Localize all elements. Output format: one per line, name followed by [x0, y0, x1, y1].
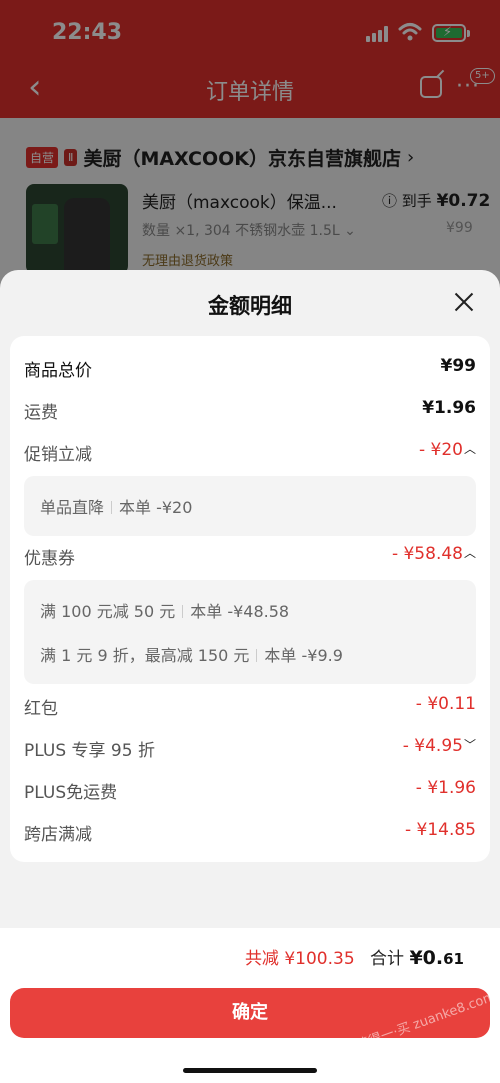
promo-detail-line: 单品直降 本单 -¥20	[40, 494, 192, 518]
row-value: - ¥4.95﹀	[402, 736, 476, 756]
row-plus-shipping: PLUS免运费 - ¥1.96	[24, 778, 476, 804]
row-label: PLUS免运费	[24, 783, 118, 803]
detail-desc: 本单 -¥20	[119, 498, 193, 517]
row-value: - ¥0.11	[415, 694, 476, 714]
row-shipping: 运费 ¥1.96	[24, 398, 476, 424]
detail-desc: 本单 -¥9.9	[264, 646, 343, 665]
row-coupon[interactable]: 优惠券 - ¥58.48︿	[24, 544, 476, 570]
row-cross-store: 跨店满减 - ¥14.85	[24, 820, 476, 846]
chevron-up-icon[interactable]: ︿	[464, 440, 476, 457]
amount-card: 商品总价 ¥99 运费 ¥1.96 促销立减 - ¥20︿ 单品直降 本单 -¥2…	[10, 336, 490, 862]
sheet-footer: 共减 ¥100.35 合计 ¥0.61 确定	[0, 928, 500, 1083]
row-value: - ¥20︿	[418, 440, 476, 460]
coupon-detail-line-1: 满 100 元减 50 元本单 -¥48.58	[40, 598, 289, 622]
row-value: ¥1.96	[422, 398, 476, 418]
detail-name: 单品直降	[40, 498, 105, 517]
sum-label: 合计	[370, 949, 405, 969]
chevron-up-icon[interactable]: ︿	[464, 544, 476, 561]
home-indicator	[183, 1068, 317, 1073]
total-line: 共减 ¥100.35 合计 ¥0.61	[245, 944, 464, 969]
sum-value: ¥0.61	[409, 947, 464, 969]
row-label: 红包	[24, 699, 58, 719]
row-label: 商品总价	[24, 361, 92, 381]
detail-name: 满 100 元减 50 元	[40, 602, 176, 621]
row-value: - ¥1.96	[415, 778, 476, 798]
row-label: 运费	[24, 403, 58, 423]
row-value: ¥99	[440, 356, 477, 376]
sheet-title: 金额明细	[208, 294, 292, 318]
row-red-packet: 红包 - ¥0.11	[24, 694, 476, 720]
row-label: PLUS 专享 95 折	[24, 741, 155, 761]
row-label: 促销立减	[24, 445, 92, 465]
row-promo[interactable]: 促销立减 - ¥20︿	[24, 440, 476, 466]
row-value: - ¥58.48︿	[391, 544, 476, 564]
coupon-detail-line-2: 满 1 元 9 折，最高减 150 元本单 -¥9.9	[40, 642, 343, 666]
row-value: - ¥14.85	[404, 820, 476, 840]
total-saved: 共减 ¥100.35	[244, 949, 355, 969]
chevron-down-icon[interactable]: ﹀	[464, 736, 476, 753]
close-icon[interactable]	[452, 290, 476, 314]
detail-name: 满 1 元 9 折，最高减 150 元	[40, 646, 250, 665]
detail-desc: 本单 -¥48.58	[190, 602, 290, 621]
coupon-detail-box: 满 100 元减 50 元本单 -¥48.58 满 1 元 9 折，最高减 15…	[24, 580, 476, 684]
row-label: 优惠券	[24, 549, 75, 569]
row-total-price: 商品总价 ¥99	[24, 356, 476, 382]
row-label: 跨店满减	[24, 825, 92, 845]
promo-detail-box: 单品直降 本单 -¥20	[24, 476, 476, 536]
row-plus-discount[interactable]: PLUS 专享 95 折 - ¥4.95﹀	[24, 736, 476, 762]
